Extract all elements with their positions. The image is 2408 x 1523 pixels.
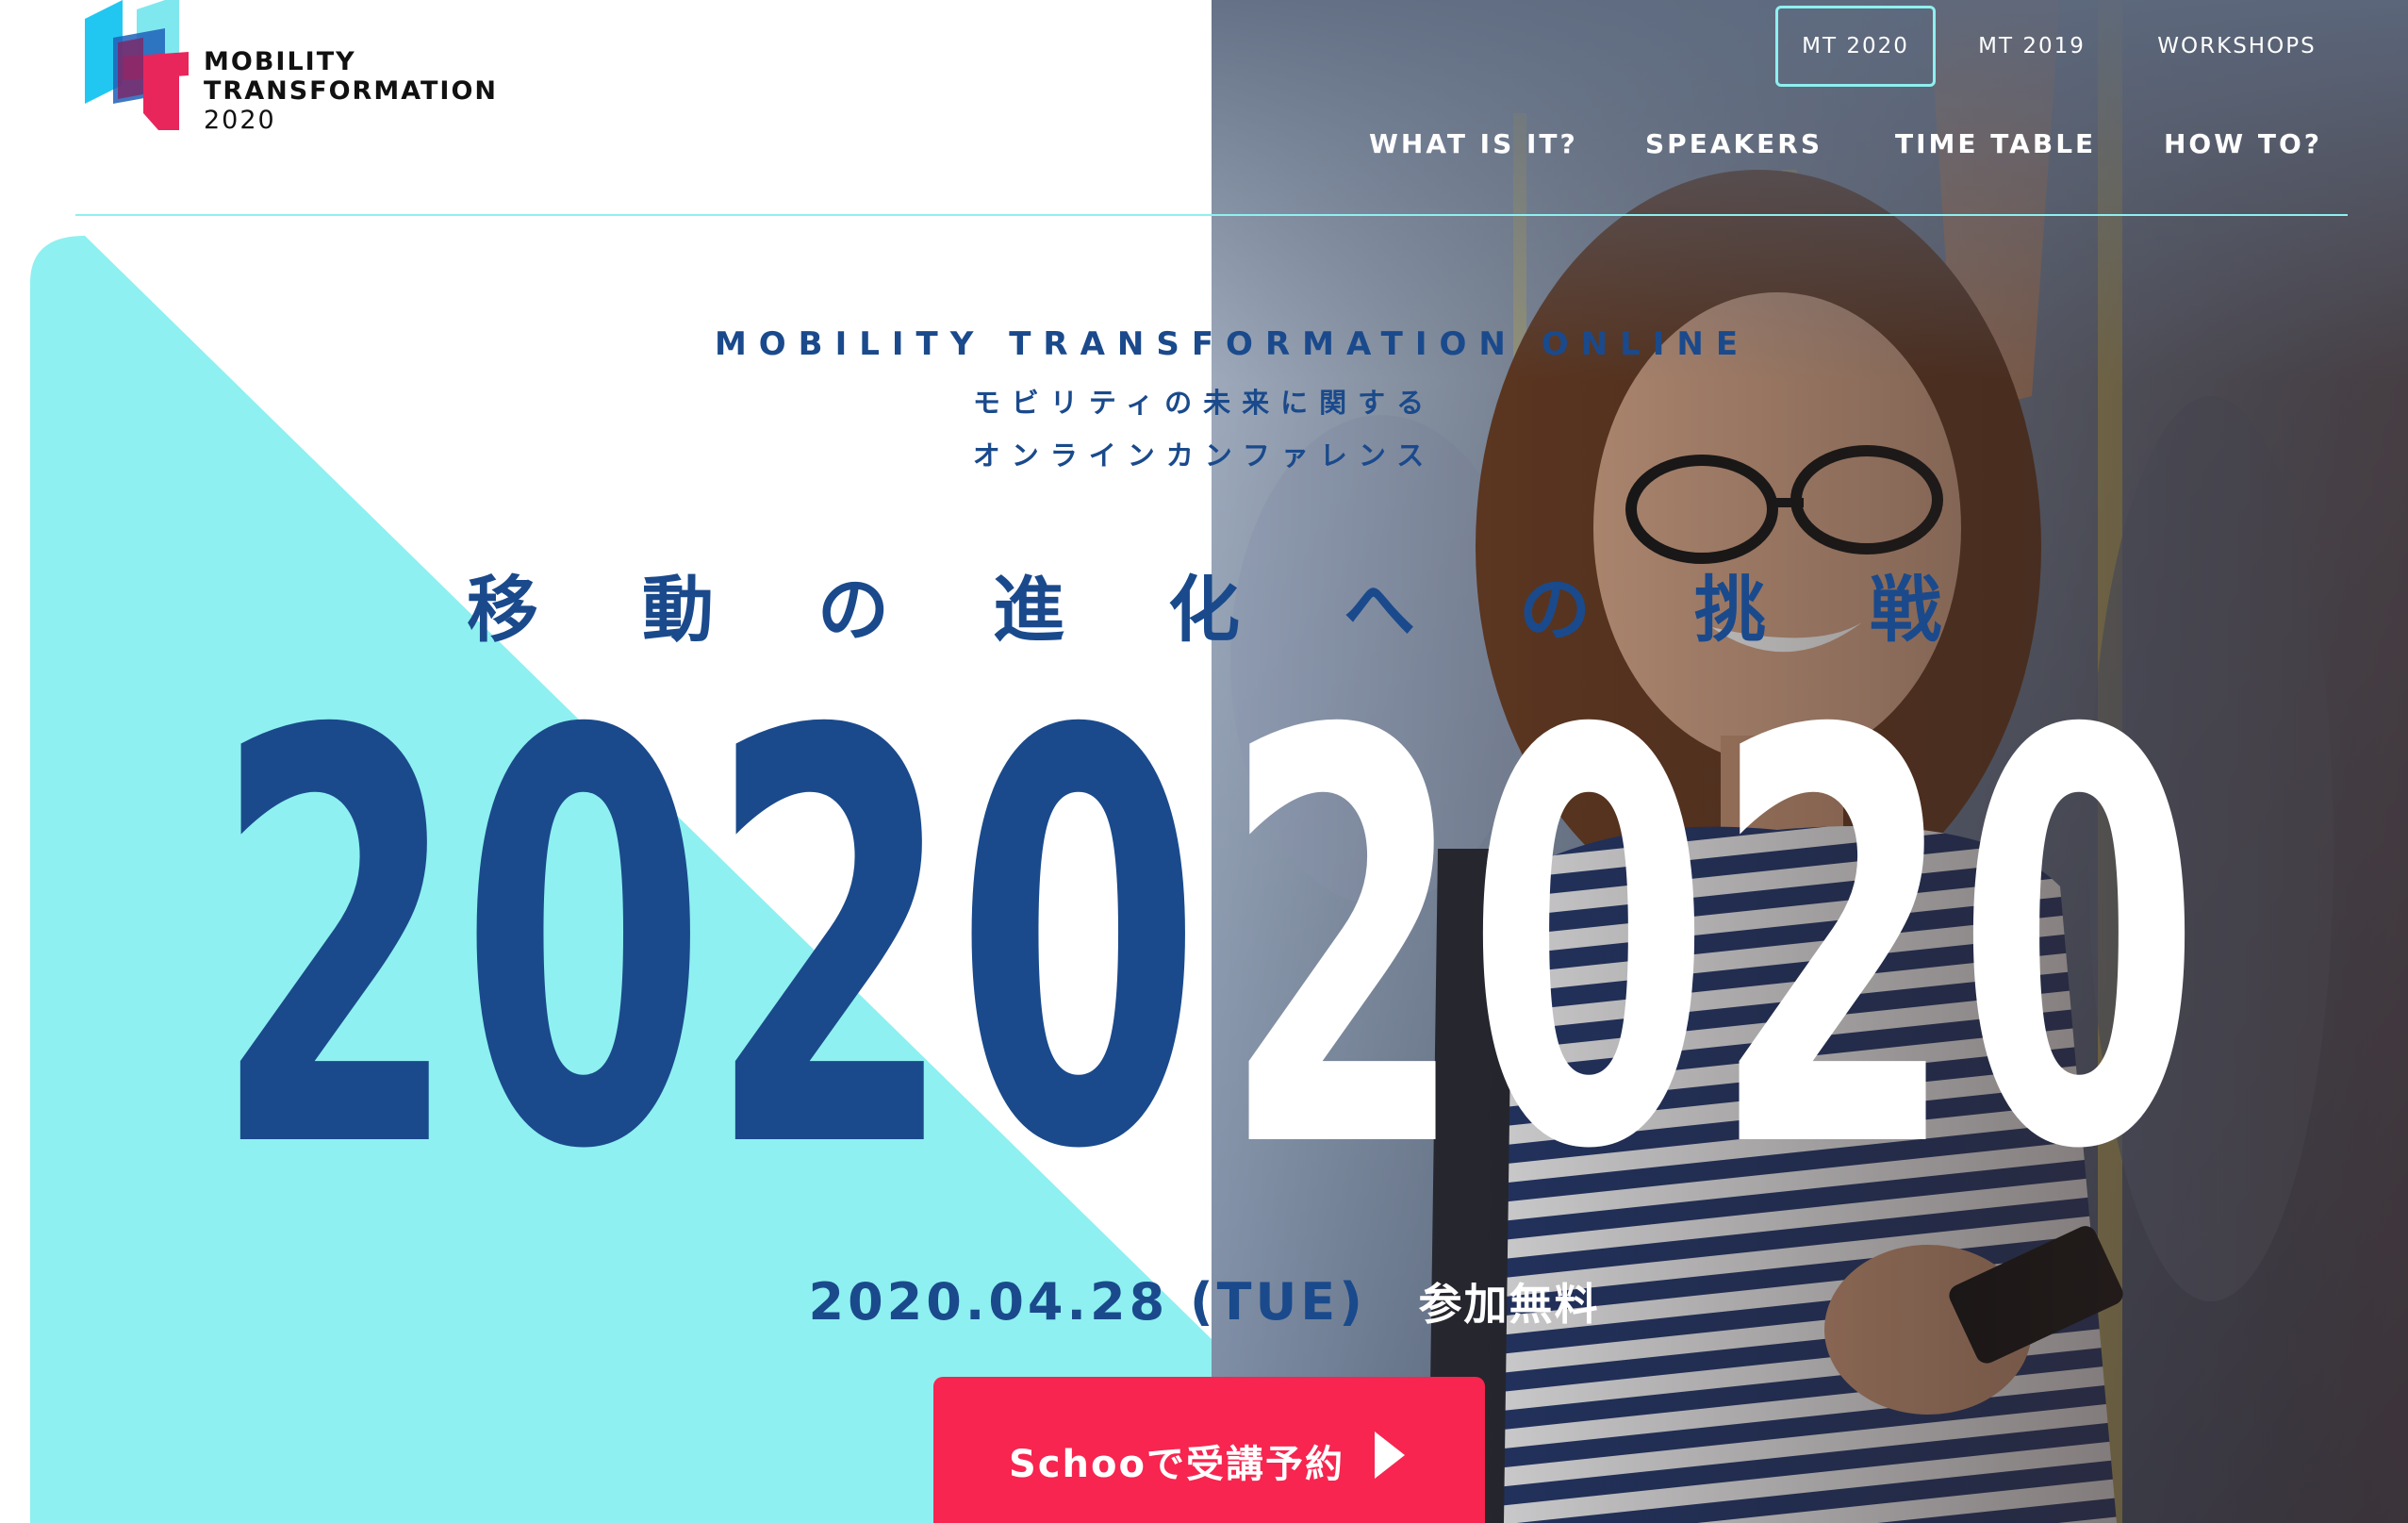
nav-speakers[interactable]: SPEAKERS: [1645, 121, 1822, 168]
nav-time-table[interactable]: TIME TABLE: [1895, 121, 2096, 168]
logo-line-3: 2020: [204, 106, 276, 135]
nav-divider: [75, 214, 2348, 216]
tagline-japanese-line-2: オンラインカンファレンス: [972, 439, 1436, 472]
site-logo[interactable]: MOBILITY TRANSFORMATION 2020: [85, 0, 575, 141]
tagline-japanese-line-1: モビリティの未来に関する: [972, 387, 1436, 419]
nav-mt2019-link[interactable]: MT 2019: [1971, 6, 2093, 87]
logo-line-1: MOBILITY: [204, 47, 356, 76]
nav-mt2020-button[interactable]: MT 2020: [1775, 6, 1936, 87]
play-arrow-icon: [1375, 1432, 1405, 1479]
nav-how-to[interactable]: HOW TO?: [2164, 121, 2322, 168]
logo-wordmark: MOBILITY TRANSFORMATION 2020: [204, 47, 498, 135]
cta-label: Schooで受講予約: [1009, 1443, 1344, 1486]
nav-workshops-link[interactable]: WORKSHOPS: [2140, 6, 2334, 87]
free-admission-label: 参加無料: [1418, 1279, 1600, 1330]
mt-logo-mark-icon: [85, 0, 189, 130]
tagline-english: MOBILITY TRANSFORMATION ONLINE: [714, 325, 1751, 363]
event-date-line: 2020.04.28 (TUE) 参加無料: [0, 1270, 2408, 1333]
nav-what-is-it[interactable]: WHAT IS IT?: [1369, 121, 1578, 168]
logo-line-2: TRANSFORMATION: [204, 76, 499, 106]
schoo-reserve-button[interactable]: Schooで受講予約: [933, 1377, 1485, 1523]
event-date: 2020.04.28 (TUE): [808, 1272, 1366, 1332]
hero-headline: 移動の進化への挑戦: [467, 568, 2045, 652]
